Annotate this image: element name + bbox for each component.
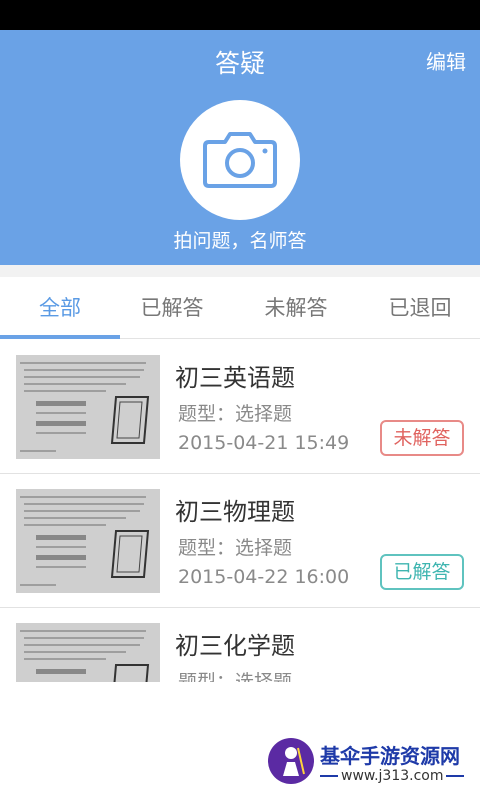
question-title: 初三英语题 xyxy=(175,364,295,392)
watermark-text: 基伞手游资源网 xyxy=(320,744,460,768)
question-thumbnail xyxy=(16,489,160,593)
tab-unanswered[interactable]: 未解答 xyxy=(236,277,356,339)
question-title: 初三化学题 xyxy=(175,632,295,660)
question-date: 2015-04-22 16:00 xyxy=(178,566,350,588)
status-badge: 已解答 xyxy=(380,554,464,590)
question-thumbnail xyxy=(16,355,160,459)
watermark-url-text: www.j313.com xyxy=(341,768,444,784)
page-title: 答疑 xyxy=(214,49,265,78)
camera-button[interactable] xyxy=(180,100,300,220)
tab-returned[interactable]: 已退回 xyxy=(360,277,480,339)
watermark-logo-icon xyxy=(268,738,314,784)
list-item[interactable]: 初三物理题 题型：选择题 2015-04-22 16:00 已解答 xyxy=(0,474,480,608)
question-title: 初三物理题 xyxy=(175,498,295,526)
watermark: 基伞手游资源网 www.j313.com xyxy=(268,738,474,790)
watermark-line-left xyxy=(320,775,338,777)
tab-answered[interactable]: 已解答 xyxy=(112,277,232,339)
tab-active-indicator xyxy=(0,335,120,339)
status-bar xyxy=(0,0,480,30)
filter-tabs: 全部 已解答 未解答 已退回 xyxy=(0,277,480,339)
list-item[interactable]: 初三英语题 题型：选择题 2015-04-21 15:49 未解答 xyxy=(0,340,480,474)
header: 答疑 编辑 拍问题，名师答 xyxy=(0,30,480,265)
question-type: 题型：选择题 xyxy=(178,537,293,559)
section-divider xyxy=(0,265,480,277)
edit-button[interactable]: 编辑 xyxy=(426,46,466,75)
question-date: 2015-04-21 15:49 xyxy=(178,432,350,454)
watermark-line-right xyxy=(446,775,465,777)
watermark-url: www.j313.com xyxy=(320,768,465,784)
status-badge: 未解答 xyxy=(380,420,464,456)
question-type: 题型：选择题 xyxy=(178,403,293,425)
camera-icon xyxy=(203,132,277,188)
tab-all[interactable]: 全部 xyxy=(0,277,120,339)
camera-hint: 拍问题，名师答 xyxy=(173,230,307,252)
